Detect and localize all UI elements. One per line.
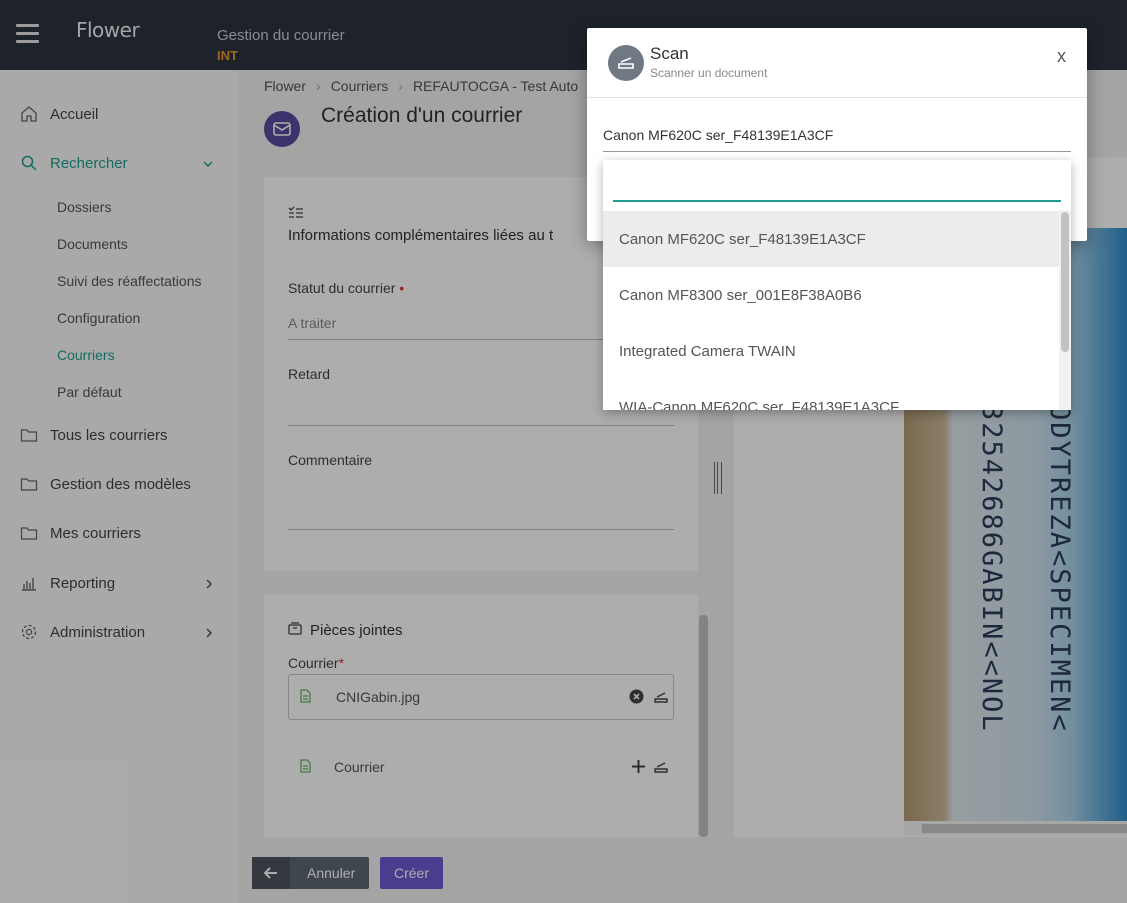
dropdown-scrollbar[interactable] xyxy=(1059,210,1071,410)
close-icon[interactable]: x xyxy=(1057,46,1066,67)
dialog-divider xyxy=(587,97,1087,98)
scanner-device-select[interactable]: Canon MF620C ser_F48139E1A3CF xyxy=(603,127,833,143)
dropdown-option[interactable]: Canon MF8300 ser_001E8F38A0B6 xyxy=(603,267,1059,323)
dropdown-option[interactable]: Integrated Camera TWAIN xyxy=(603,323,1059,379)
scanner-device-dropdown: Canon MF620C ser_F48139E1A3CF Canon MF83… xyxy=(603,160,1071,410)
dropdown-option[interactable]: Canon MF620C ser_F48139E1A3CF xyxy=(603,211,1059,267)
scan-dialog-subtitle: Scanner un document xyxy=(650,66,768,80)
scan-dialog-title: Scan xyxy=(650,44,689,63)
scanner-icon xyxy=(608,45,644,81)
dropdown-option[interactable]: WIA-Canon MF620C ser_F48139E1A3CF xyxy=(603,379,1059,411)
dropdown-search-input[interactable] xyxy=(613,160,1061,202)
select-underline xyxy=(603,151,1071,152)
scrollbar-thumb[interactable] xyxy=(1061,212,1069,352)
